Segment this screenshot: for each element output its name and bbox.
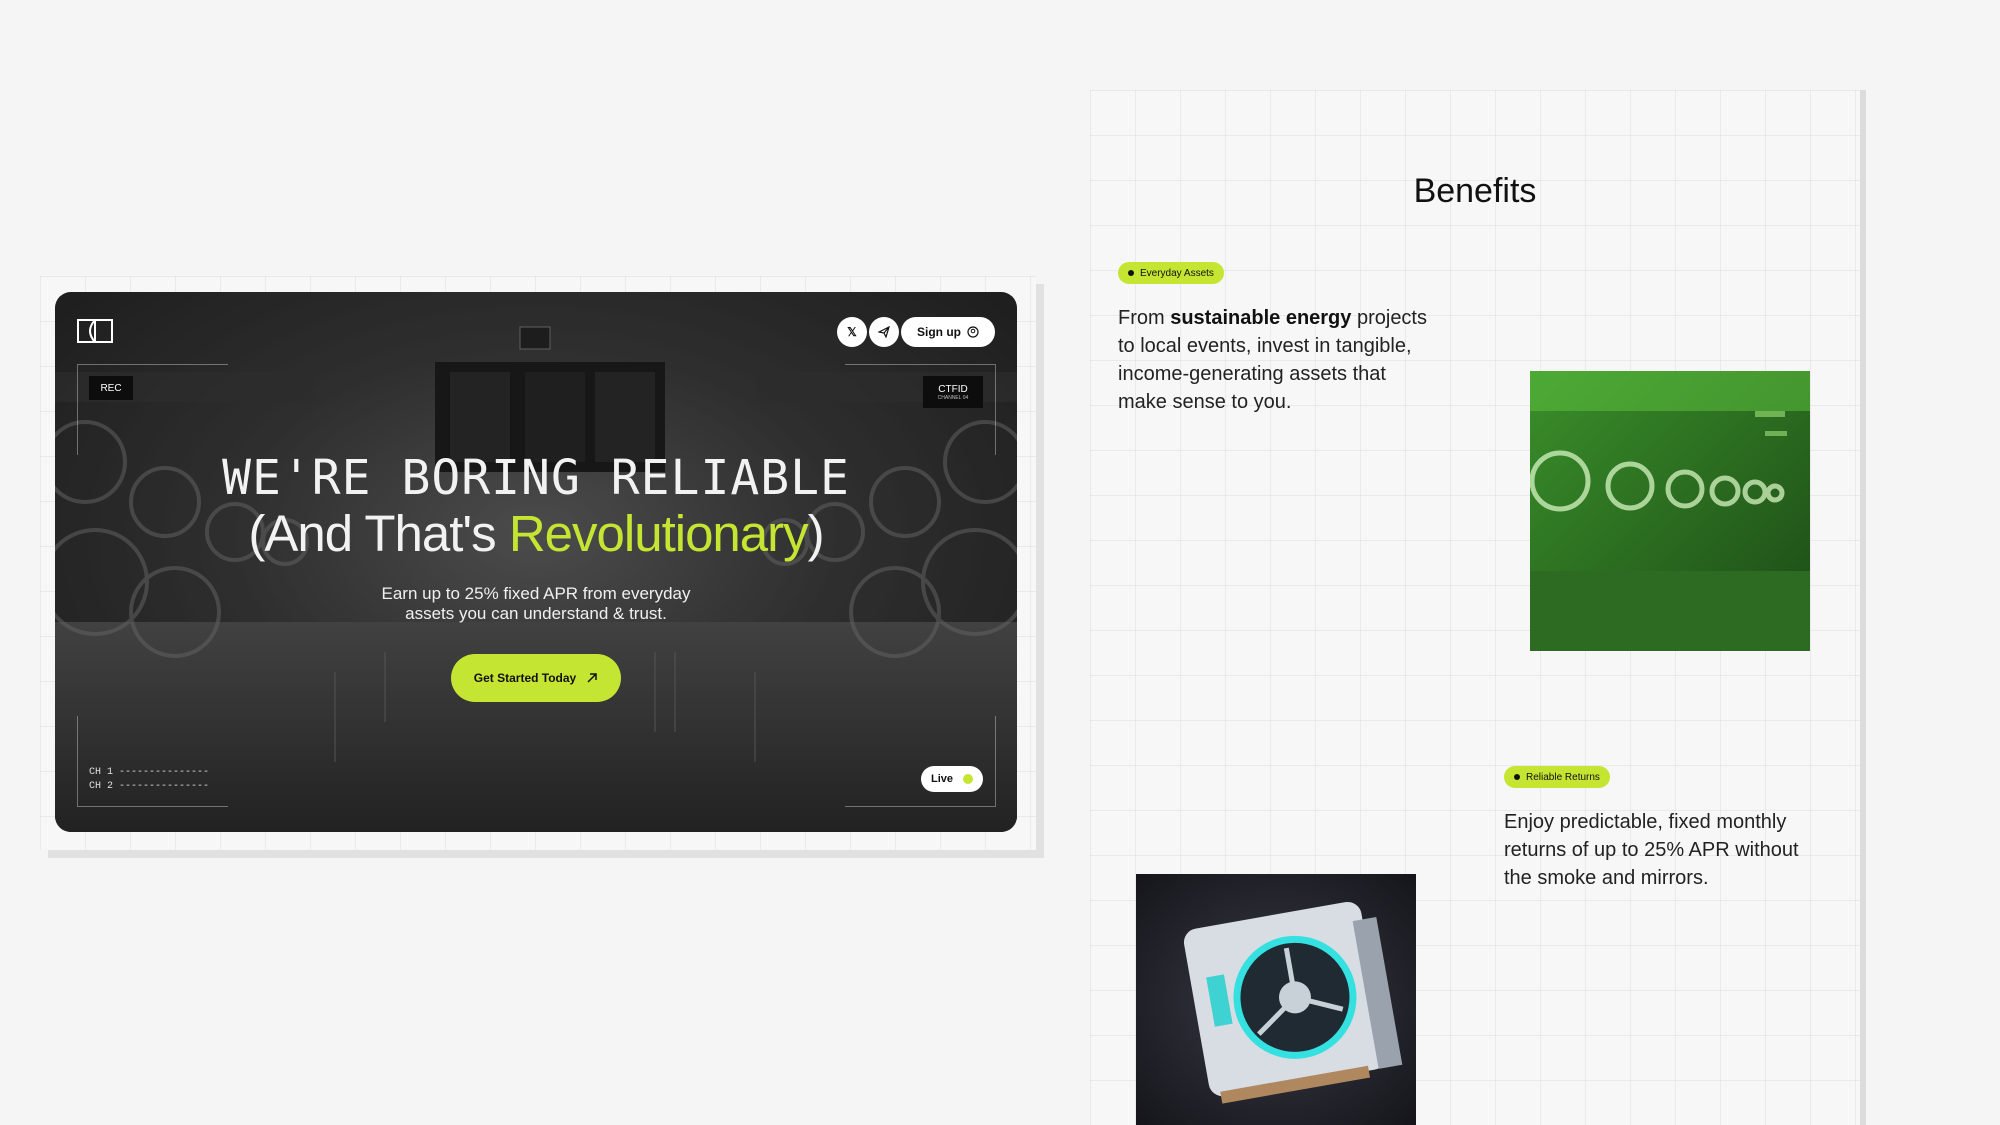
benefits-card: Benefits Everyday Assets From sustainabl… <box>1090 90 1860 1125</box>
hero-subtext: Earn up to 25% fixed APR from everyday a… <box>381 584 691 623</box>
everyday-assets-text: From sustainable energy projects to loca… <box>1118 304 1438 416</box>
air-conditioner-image <box>1136 874 1416 1125</box>
tag-dot-icon <box>1128 270 1134 276</box>
benefit-text-bold: sustainable energy <box>1170 307 1352 329</box>
ctfid-badge: CTFID CHANNEL 04 <box>923 376 983 408</box>
ctfid-label: CTFID <box>938 383 968 395</box>
sign-up-button[interactable]: Sign up <box>901 317 995 347</box>
reliable-returns-tag: Reliable Returns <box>1504 766 1610 788</box>
get-started-label: Get Started Today <box>473 671 577 685</box>
washing-machines-image <box>1530 371 1810 651</box>
headline-mono: WE'RE BORING RELIABLE <box>222 450 850 506</box>
reliable-returns-label: Reliable Returns <box>1526 771 1600 783</box>
live-indicator[interactable]: Live <box>921 766 983 792</box>
live-label: Live <box>930 773 953 785</box>
sign-up-label: Sign up <box>917 325 961 339</box>
tag-dot-icon <box>1514 774 1520 780</box>
headline-prefix: (And That's <box>248 505 509 562</box>
user-circle-icon <box>967 326 979 338</box>
live-dot-icon <box>963 774 973 784</box>
everyday-assets-tag: Everyday Assets <box>1118 262 1224 284</box>
hero-card: 𝕏 Sign up REC CTFID CHANNEL 04 WE'RE BOR… <box>40 276 1036 850</box>
ctfid-sublabel: CHANNEL 04 <box>937 394 969 401</box>
reliable-returns-text: Enjoy predictable, fixed monthly returns… <box>1504 811 1799 889</box>
arrow-up-right-icon <box>587 673 597 683</box>
benefits-title: Benefits <box>1413 172 1537 210</box>
headline-suffix: ) <box>807 505 825 562</box>
telegram-icon <box>878 326 890 338</box>
channel-1: CH 1 --------------- <box>89 767 210 778</box>
get-started-button[interactable]: Get Started Today <box>451 654 621 702</box>
window-logo-icon <box>77 319 113 343</box>
x-social-button[interactable]: 𝕏 <box>837 317 867 347</box>
frame-corner-bottom-right <box>845 716 996 807</box>
channel-2: CH 2 --------------- <box>89 781 210 792</box>
channel-readout: CH 1 --------------- CH 2 --------------… <box>89 766 209 794</box>
rec-badge: REC <box>89 376 133 400</box>
rec-label: REC <box>100 382 122 394</box>
headline-accent: Revolutionary <box>508 505 809 562</box>
benefit-text-prefix: From <box>1118 307 1171 329</box>
headline-sans: (And That's Revolutionary) <box>55 504 1017 563</box>
everyday-assets-label: Everyday Assets <box>1140 267 1214 279</box>
hero-section: 𝕏 Sign up REC CTFID CHANNEL 04 WE'RE BOR… <box>55 292 1017 832</box>
telegram-social-button[interactable] <box>869 317 899 347</box>
x-icon: 𝕏 <box>847 325 857 339</box>
